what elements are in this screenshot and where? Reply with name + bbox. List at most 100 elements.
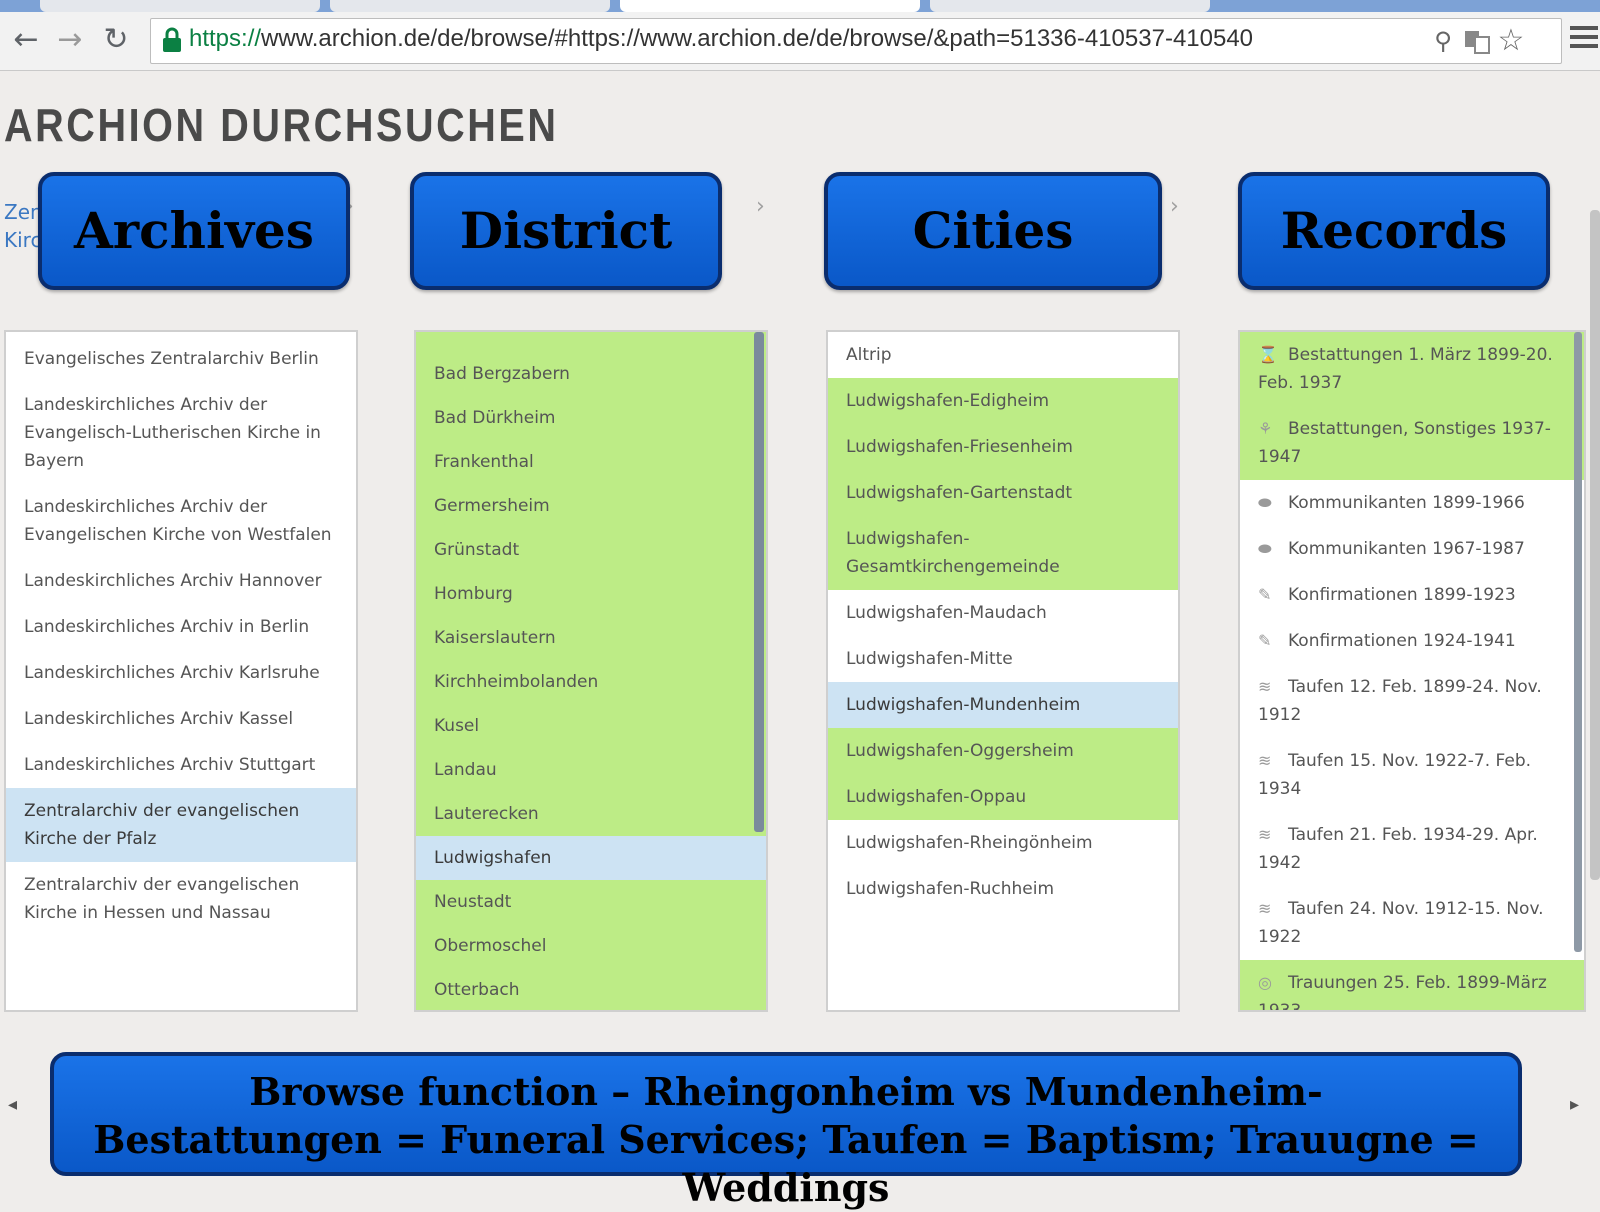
record-item[interactable]: ✎ Konfirmationen 1899-1923 — [1240, 572, 1584, 618]
record-type-icon: ✎ — [1258, 631, 1272, 650]
district-label: Obermoschel — [434, 936, 547, 956]
scroll-right-icon[interactable]: ▸ — [1570, 1094, 1579, 1115]
district-item[interactable]: Otterbach — [416, 968, 766, 1010]
record-item[interactable]: ⬬ Kommunikanten 1967-1987 — [1240, 526, 1584, 572]
archive-item[interactable]: Zentralarchiv der evangelischen Kirche i… — [6, 862, 356, 936]
record-label: Konfirmationen 1924-1941 — [1288, 631, 1516, 651]
district-item[interactable]: Frankenthal — [416, 440, 766, 484]
city-item[interactable]: Ludwigshafen-Rheingönheim — [828, 820, 1178, 866]
archive-item[interactable]: Landeskirchliches Archiv Karlsruhe — [6, 650, 356, 696]
district-label: Homburg — [434, 584, 513, 604]
district-label: Lauterecken — [434, 804, 539, 824]
city-item[interactable]: Altrip — [828, 332, 1178, 378]
city-item[interactable]: Ludwigshafen-Mundenheim — [828, 682, 1178, 728]
city-item[interactable]: Ludwigshafen-Oggersheim — [828, 728, 1178, 774]
browser-tab-active[interactable] — [620, 0, 920, 12]
record-type-icon: ⬬ — [1258, 539, 1272, 558]
browser-tab[interactable] — [930, 0, 1210, 12]
city-label: Ludwigshafen-Mitte — [846, 649, 1013, 669]
record-type-icon: ≋ — [1258, 899, 1272, 918]
city-label: Ludwigshafen-Maudach — [846, 603, 1047, 623]
district-item[interactable]: Grünstadt — [416, 528, 766, 572]
city-label: Ludwigshafen-Rheingönheim — [846, 833, 1093, 853]
city-label: Ludwigshafen-Ruchheim — [846, 879, 1055, 899]
city-item[interactable]: Ludwigshafen-Gartenstadt — [828, 470, 1178, 516]
district-item[interactable]: Ludwigshafen — [416, 836, 766, 880]
record-item[interactable]: ⚘ Bestattungen, Sonstiges 1937-1947 — [1240, 406, 1584, 480]
menu-icon[interactable] — [1570, 22, 1598, 58]
star-icon[interactable]: ☆ — [1497, 26, 1525, 56]
city-item[interactable]: Ludwigshafen-Gesamtkirchengemeinde — [828, 516, 1178, 590]
record-item[interactable]: ◎ Trauungen 25. Feb. 1899-März 1933 — [1240, 960, 1584, 1012]
translate-icon[interactable] — [1463, 27, 1491, 55]
city-label: Ludwigshafen-Oppau — [846, 787, 1027, 807]
scroll-left-icon[interactable]: ◂ — [8, 1094, 17, 1115]
cities-list: Altrip Ludwigshafen-Edigheim Ludwigshafen-… — [826, 330, 1180, 1012]
city-item[interactable]: Ludwigshafen-Ruchheim — [828, 866, 1178, 912]
district-label: Landau — [434, 760, 497, 780]
district-item[interactable]: Homburg — [416, 572, 766, 616]
archive-item[interactable]: Zentralarchiv der evangelischen Kirche d… — [6, 788, 356, 862]
url-text[interactable]: https://www.archion.de/de/browse/#https:… — [189, 25, 1253, 53]
browser-tab-strip — [0, 0, 1600, 12]
district-item[interactable]: Kirchheimbolanden — [416, 660, 766, 704]
record-label: Trauungen 25. Feb. 1899-März 1933 — [1258, 973, 1547, 1012]
record-item[interactable]: ≋ Taufen 15. Nov. 1922-7. Feb. 1934 — [1240, 738, 1584, 812]
district-item[interactable]: Bad Dürkheim — [416, 396, 766, 440]
city-item[interactable]: Ludwigshafen-Mitte — [828, 636, 1178, 682]
browser-tab[interactable] — [40, 0, 320, 12]
record-label: Konfirmationen 1899-1923 — [1288, 585, 1516, 605]
city-item[interactable]: Ludwigshafen-Oppau — [828, 774, 1178, 820]
district-item[interactable]: Obermoschel — [416, 924, 766, 968]
records-callout: Records — [1238, 172, 1550, 290]
district-label: Frankenthal — [434, 452, 534, 472]
district-label: Bad Bergzabern — [434, 364, 570, 384]
records-list: ⌛ Bestattungen 1. März 1899-20. Feb. 1937… — [1238, 330, 1586, 1012]
archive-item[interactable]: Evangelisches Zentralarchiv Berlin — [6, 336, 356, 382]
footer-line: Bestattungen = Funeral Services; Taufen … — [93, 1117, 1479, 1210]
archive-label: Evangelisches Zentralarchiv Berlin — [24, 349, 319, 369]
city-item[interactable]: Ludwigshafen-Edigheim — [828, 378, 1178, 424]
back-icon[interactable]: ← — [6, 20, 46, 60]
forward-icon[interactable]: → — [50, 20, 90, 60]
district-list: Bad Bergzabern Bad Dürkheim Frankenthal Ger… — [414, 330, 768, 1012]
archive-item[interactable]: Landeskirchliches Archiv Hannover — [6, 558, 356, 604]
cities-callout: Cities — [824, 172, 1162, 290]
search-icon[interactable]: ⚲ — [1429, 27, 1457, 55]
footer-line: Browse function – Rheingonheim vs Munden… — [249, 1069, 1323, 1114]
record-item[interactable]: ≋ Taufen 21. Feb. 1934-29. Apr. 1942 — [1240, 812, 1584, 886]
browser-tab[interactable] — [330, 0, 610, 12]
district-item[interactable]: Bad Bergzabern — [416, 352, 766, 396]
reload-icon[interactable]: ↻ — [96, 20, 136, 60]
record-type-icon: ≋ — [1258, 677, 1272, 696]
archive-item[interactable]: Landeskirchliches Archiv in Berlin — [6, 604, 356, 650]
district-item[interactable]: Kaiserslautern — [416, 616, 766, 660]
district-item[interactable]: Germersheim — [416, 484, 766, 528]
archive-item[interactable]: Landeskirchliches Archiv Kassel — [6, 696, 356, 742]
records-scrollbar[interactable] — [1574, 332, 1582, 952]
page-scrollbar[interactable] — [1590, 210, 1600, 880]
record-item[interactable]: ⌛ Bestattungen 1. März 1899-20. Feb. 1937 — [1240, 332, 1584, 406]
city-item[interactable]: Ludwigshafen-Friesenheim — [828, 424, 1178, 470]
district-item[interactable]: Neustadt — [416, 880, 766, 924]
archive-label: Landeskirchliches Archiv Hannover — [24, 571, 322, 591]
district-item[interactable]: Landau — [416, 748, 766, 792]
city-label: Ludwigshafen-Gesamtkirchengemeinde — [846, 529, 1060, 577]
record-item[interactable]: ✎ Konfirmationen 1924-1941 — [1240, 618, 1584, 664]
archives-list: Evangelisches Zentralarchiv Berlin Landes… — [4, 330, 358, 1012]
district-label: Bad Dürkheim — [434, 408, 556, 428]
archive-item[interactable]: Landeskirchliches Archiv der Evangelisch… — [6, 382, 356, 484]
district-scrollbar[interactable] — [754, 332, 764, 832]
address-bar[interactable]: https://www.archion.de/de/browse/#https:… — [150, 18, 1562, 64]
record-type-icon: ≋ — [1258, 751, 1272, 770]
city-item[interactable]: Ludwigshafen-Maudach — [828, 590, 1178, 636]
archive-item[interactable]: Landeskirchliches Archiv der Evangelisch… — [6, 484, 356, 558]
archive-item[interactable]: Landeskirchliches Archiv Stuttgart — [6, 742, 356, 788]
district-item[interactable]: Lauterecken — [416, 792, 766, 836]
city-label: Altrip — [846, 345, 892, 365]
record-item[interactable]: ⬬ Kommunikanten 1899-1966 — [1240, 480, 1584, 526]
record-label: Taufen 21. Feb. 1934-29. Apr. 1942 — [1258, 825, 1538, 873]
district-item[interactable]: Kusel — [416, 704, 766, 748]
record-item[interactable]: ≋ Taufen 24. Nov. 1912-15. Nov. 1922 — [1240, 886, 1584, 960]
record-item[interactable]: ≋ Taufen 12. Feb. 1899-24. Nov. 1912 — [1240, 664, 1584, 738]
